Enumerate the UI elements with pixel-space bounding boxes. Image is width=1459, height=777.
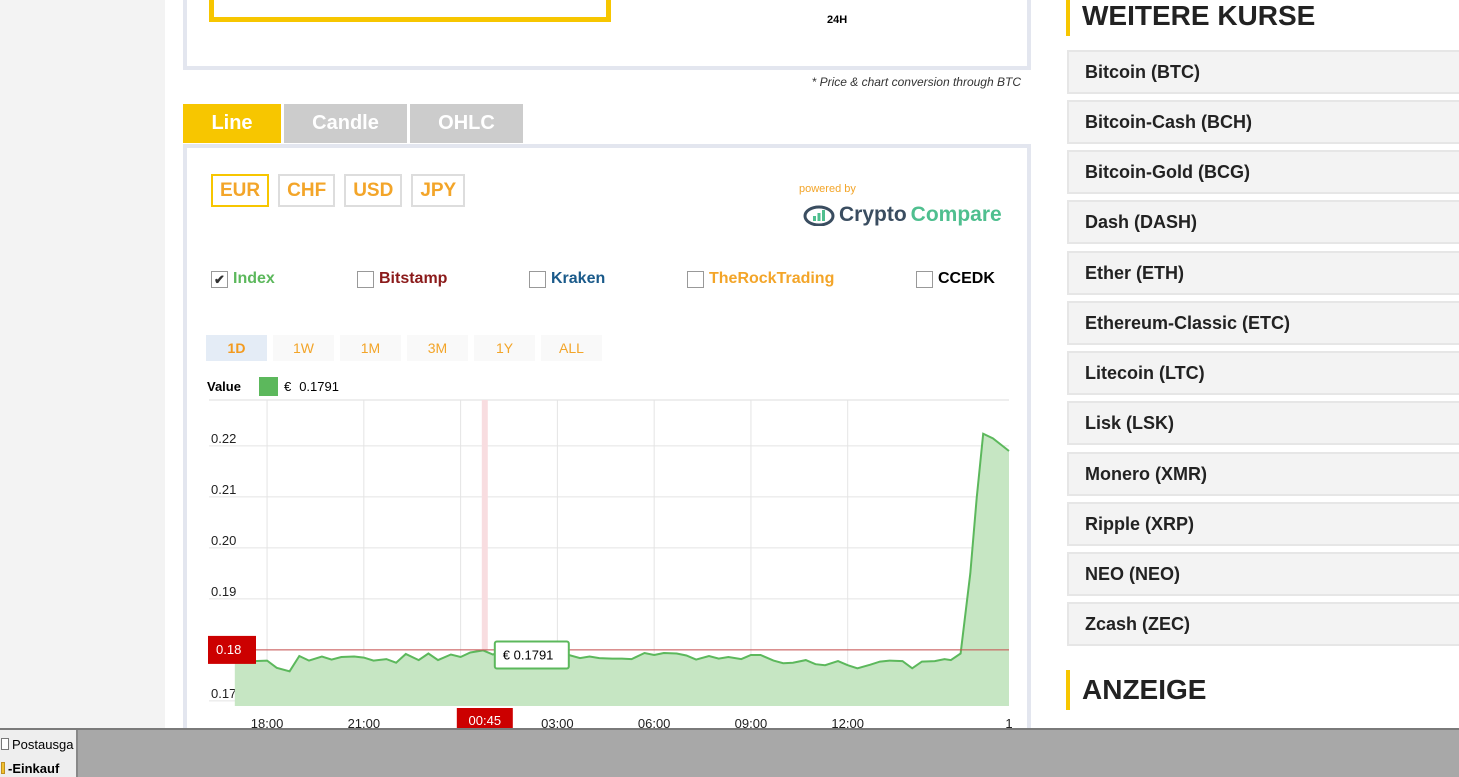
chart-panel: EUR CHF USD JPY powered by Crypto Compar… [183,144,1031,744]
folder-icon [1,738,9,750]
coin-link-bch[interactable]: Bitcoin-Cash (BCH) [1067,100,1459,144]
sidebar-heading-anzeige: ANZEIGE [1066,670,1206,710]
time-label-24h: 24H [827,14,848,26]
conversion-note: * Price & chart conversion through BTC [811,75,1021,89]
taskbar-item-einkauf[interactable]: -Einkauf [0,756,78,777]
folder-icon [1,762,5,774]
y-tick-label: 0.21 [211,482,236,497]
sidebar-heading-weitere-kurse: WEITERE KURSE [1066,0,1315,36]
taskbar-item-label: Postausga [12,736,74,752]
y-tick-label: 0.22 [211,431,236,446]
x-crosshair-label: 00:45 [469,713,502,728]
tab-line[interactable]: Line [183,104,281,143]
value-tooltip-text: € 0.1791 [503,647,554,662]
taskbar-item-label: -Einkauf [8,760,60,776]
y-tick-label: 0.19 [211,584,236,599]
coin-link-etc[interactable]: Ethereum-Classic (ETC) [1067,301,1459,345]
coin-link-btc[interactable]: Bitcoin (BTC) [1067,50,1459,94]
taskbar-folder-panel: Postausga -Einkauf [0,730,78,777]
coin-link-dash[interactable]: Dash (DASH) [1067,200,1459,244]
top-chart-panel: 24H [183,0,1031,70]
left-gutter [0,0,165,728]
y-crosshair-label: 0.18 [216,642,241,657]
coin-link-zec[interactable]: Zcash (ZEC) [1067,602,1459,646]
taskbar: Postausga -Einkauf [0,728,1459,777]
coin-link-ltc[interactable]: Litecoin (LTC) [1067,351,1459,395]
chart-type-tabs: Line Candle OHLC [183,104,523,143]
tab-ohlc[interactable]: OHLC [410,104,523,143]
price-chart[interactable]: 0.220.210.200.190.1718:00 21:00 03:00 06:00… [187,148,1027,748]
coin-link-bcg[interactable]: Bitcoin-Gold (BCG) [1067,150,1459,194]
series-area [234,433,1010,706]
taskbar-item-postausgang[interactable]: Postausga [0,732,78,756]
series-line[interactable] [234,432,1010,673]
coin-link-lsk[interactable]: Lisk (LSK) [1067,401,1459,445]
highlight-box [209,0,611,22]
y-tick-label: 0.20 [211,533,236,548]
coin-link-eth[interactable]: Ether (ETH) [1067,251,1459,295]
coin-link-xrp[interactable]: Ripple (XRP) [1067,502,1459,546]
coin-link-xmr[interactable]: Monero (XMR) [1067,452,1459,496]
tab-candle[interactable]: Candle [284,104,407,143]
y-tick-label: 0.17 [211,686,236,701]
coin-link-neo[interactable]: NEO (NEO) [1067,552,1459,596]
